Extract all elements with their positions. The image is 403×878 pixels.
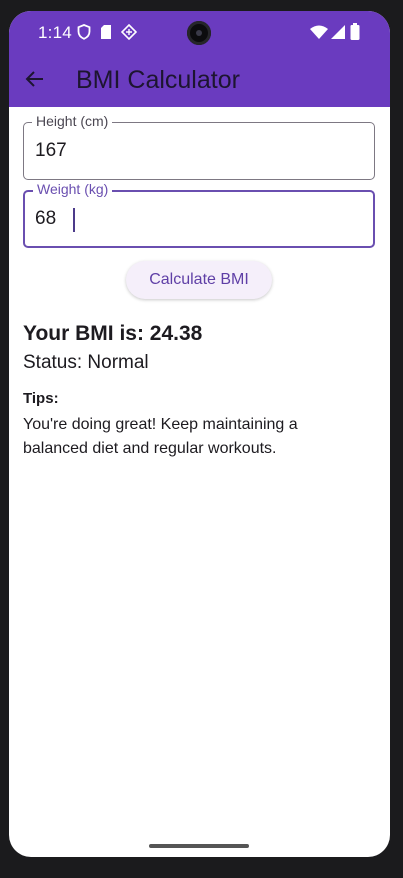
front-camera	[187, 21, 211, 45]
status-time: 1:14	[38, 23, 72, 42]
arrow-back-icon	[25, 69, 45, 94]
app-bar: 1:14 BMI Calculator	[9, 11, 390, 107]
tips-text: You're doing great! Keep maintaining a b…	[23, 416, 298, 457]
height-field-value[interactable]: 167	[35, 140, 67, 162]
gesture-home-bar[interactable]	[149, 844, 249, 848]
weight-field-label: Weight (kg)	[33, 181, 113, 197]
signal-icon	[331, 25, 345, 44]
bmi-status: Status: Normal	[23, 352, 149, 373]
height-field[interactable]: Height (cm) 167	[23, 113, 375, 180]
status-bar: 1:14	[9, 11, 390, 55]
wifi-icon	[310, 25, 328, 44]
sd-card-icon	[100, 24, 112, 45]
calculate-bmi-button[interactable]: Calculate BMI	[126, 261, 272, 299]
battery-icon	[350, 23, 360, 45]
bmi-result: Your BMI is: 24.38	[23, 322, 203, 345]
tips-heading: Tips:	[23, 390, 59, 407]
back-button[interactable]	[21, 67, 49, 95]
text-cursor	[73, 208, 75, 232]
weight-field-value[interactable]: 68	[35, 208, 56, 230]
shield-icon	[77, 24, 91, 45]
phone-screen: 1:14 BMI Calculator Height (cm) 167 Weig…	[9, 11, 390, 857]
height-field-label: Height (cm)	[32, 113, 113, 129]
page-title: BMI Calculator	[76, 66, 240, 94]
weight-field[interactable]: Weight (kg) 68	[23, 181, 375, 248]
sync-icon	[120, 23, 138, 45]
